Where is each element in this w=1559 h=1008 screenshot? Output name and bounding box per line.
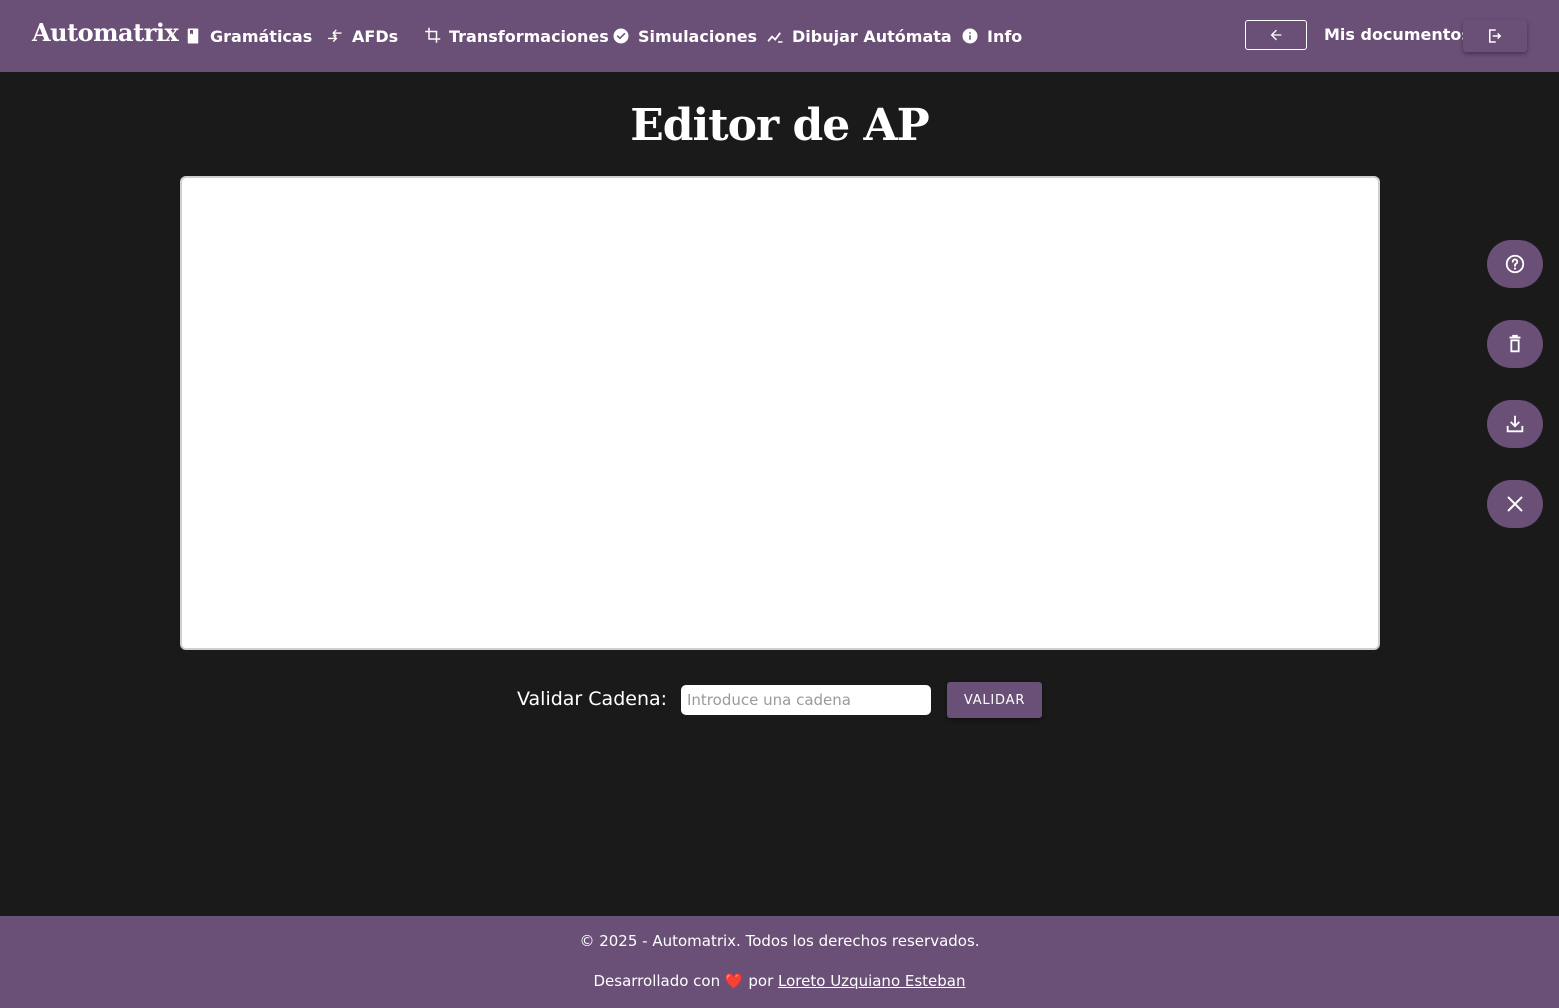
trash-icon bbox=[1509, 334, 1521, 353]
close-button[interactable] bbox=[1487, 480, 1543, 528]
nav-label: AFDs bbox=[352, 26, 399, 46]
footer-credits: Desarrollado con ❤️ por Loreto Uzquiano … bbox=[0, 972, 1559, 990]
footer-made-by: por bbox=[748, 972, 774, 990]
string-input[interactable] bbox=[681, 685, 931, 715]
top-navbar: Automatrix Gramáticas AFDs Transformacio… bbox=[0, 0, 1559, 72]
page-title: Editor de AP bbox=[630, 100, 930, 151]
nav-label: Info bbox=[987, 26, 1023, 46]
nav-item-info[interactable]: Info bbox=[961, 25, 1022, 47]
check-circle-icon bbox=[613, 28, 629, 44]
nav-item-gramaticas[interactable]: Gramáticas bbox=[184, 25, 312, 47]
author-link[interactable]: Loreto Uzquiano Esteban bbox=[778, 972, 965, 990]
validate-string-label: Validar Cadena: bbox=[517, 688, 668, 710]
nav-item-dibujar-automata[interactable]: Dibujar Autómata bbox=[766, 25, 952, 47]
nav-item-afds[interactable]: AFDs bbox=[326, 25, 398, 47]
nav-label: Gramáticas bbox=[210, 26, 313, 46]
crop-icon bbox=[425, 27, 441, 43]
logout-button[interactable] bbox=[1463, 20, 1527, 52]
close-icon bbox=[1507, 496, 1523, 512]
help-icon bbox=[1505, 254, 1525, 274]
arrow-left-icon bbox=[1270, 29, 1282, 41]
info-icon bbox=[962, 28, 978, 44]
nav-label: Simulaciones bbox=[638, 26, 758, 46]
nav-item-transformaciones[interactable]: Transformaciones bbox=[423, 25, 609, 47]
nav-label: Dibujar Autómata bbox=[792, 26, 952, 46]
my-documents-link[interactable]: Mis documentos bbox=[1324, 25, 1471, 44]
footer: © 2025 - Automatrix. Todos los derechos … bbox=[0, 916, 1559, 1008]
logout-icon bbox=[1489, 29, 1502, 43]
heart-icon: ❤️ bbox=[724, 972, 744, 990]
nav-item-simulaciones[interactable]: Simulaciones bbox=[612, 25, 757, 47]
book-icon bbox=[187, 28, 199, 44]
help-button[interactable] bbox=[1487, 240, 1543, 288]
download-button[interactable] bbox=[1487, 400, 1543, 448]
validate-button[interactable]: VALIDAR bbox=[947, 682, 1042, 718]
back-button[interactable] bbox=[1245, 20, 1307, 50]
footer-made-prefix: Desarrollado con bbox=[593, 972, 721, 990]
arrows-icon bbox=[328, 29, 342, 43]
automaton-canvas[interactable] bbox=[180, 176, 1380, 650]
nav-label: Transformaciones bbox=[449, 26, 609, 46]
delete-button[interactable] bbox=[1487, 320, 1543, 368]
footer-copyright: © 2025 - Automatrix. Todos los derechos … bbox=[579, 932, 980, 950]
brand-logo[interactable]: Automatrix bbox=[32, 18, 179, 47]
draw-icon bbox=[767, 32, 783, 43]
download-icon bbox=[1506, 415, 1524, 433]
